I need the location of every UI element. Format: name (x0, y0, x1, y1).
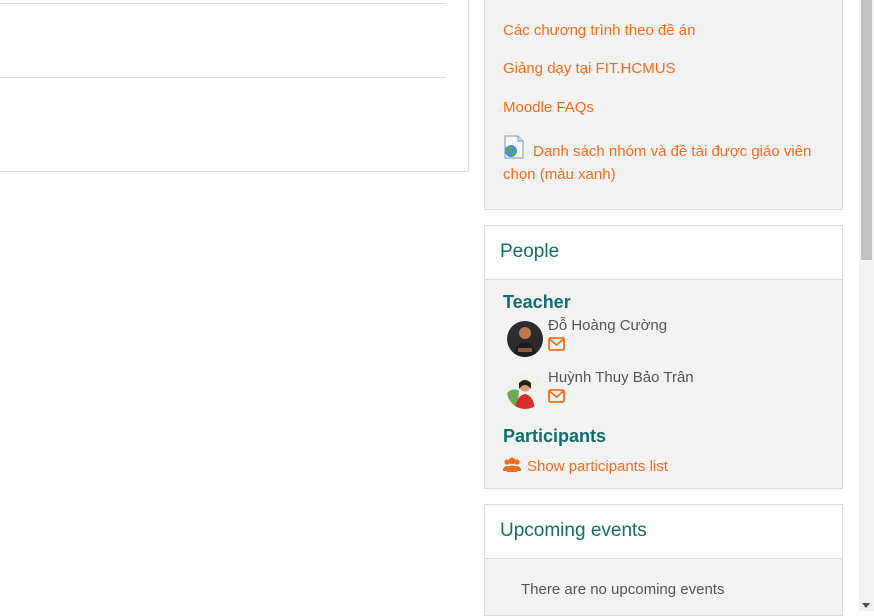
divider (0, 77, 446, 78)
avatar[interactable] (507, 321, 543, 357)
scroll-down-arrow-icon[interactable] (862, 603, 870, 608)
main-content-region (0, 0, 469, 172)
people-block: People Teacher Đỗ Hoàng Cường Huỳnh Thuy… (484, 225, 843, 489)
scrollbar-thumb[interactable] (861, 0, 872, 260)
resource-link-item[interactable]: Danh sách nhóm và đề tài được giáo viên … (503, 135, 828, 186)
show-participants-link[interactable]: Show participants list (503, 457, 668, 476)
teacher-name[interactable]: Đỗ Hoàng Cường (548, 317, 667, 334)
show-participants-label[interactable]: Show participants list (527, 458, 668, 475)
no-events-text: There are no upcoming events (521, 581, 725, 598)
upcoming-events-title: Upcoming events (485, 505, 842, 559)
avatar[interactable] (507, 373, 543, 409)
people-block-title: People (485, 226, 842, 280)
upcoming-events-block: Upcoming events There are no upcoming ev… (484, 504, 843, 616)
link-teaching-fit[interactable]: Giảng dạy tại FIT.HCMUS (503, 60, 676, 77)
links-block: Các chương trình theo đề án Giảng dạy tạ… (484, 0, 843, 210)
envelope-icon[interactable] (548, 389, 565, 403)
web-resource-icon (504, 135, 524, 159)
vertical-scrollbar[interactable] (859, 0, 874, 611)
teacher-heading: Teacher (503, 292, 571, 312)
link-de-an-programs[interactable]: Các chương trình theo đề án (503, 22, 696, 39)
divider (0, 3, 446, 4)
resource-link-label[interactable]: Danh sách nhóm và đề tài được giáo viên … (503, 143, 811, 183)
teacher-name[interactable]: Huỳnh Thuy Bảo Trân (548, 369, 694, 386)
users-icon (503, 457, 521, 472)
participants-heading: Participants (503, 426, 607, 446)
link-moodle-faqs[interactable]: Moodle FAQs (503, 99, 594, 116)
envelope-icon[interactable] (548, 337, 565, 351)
